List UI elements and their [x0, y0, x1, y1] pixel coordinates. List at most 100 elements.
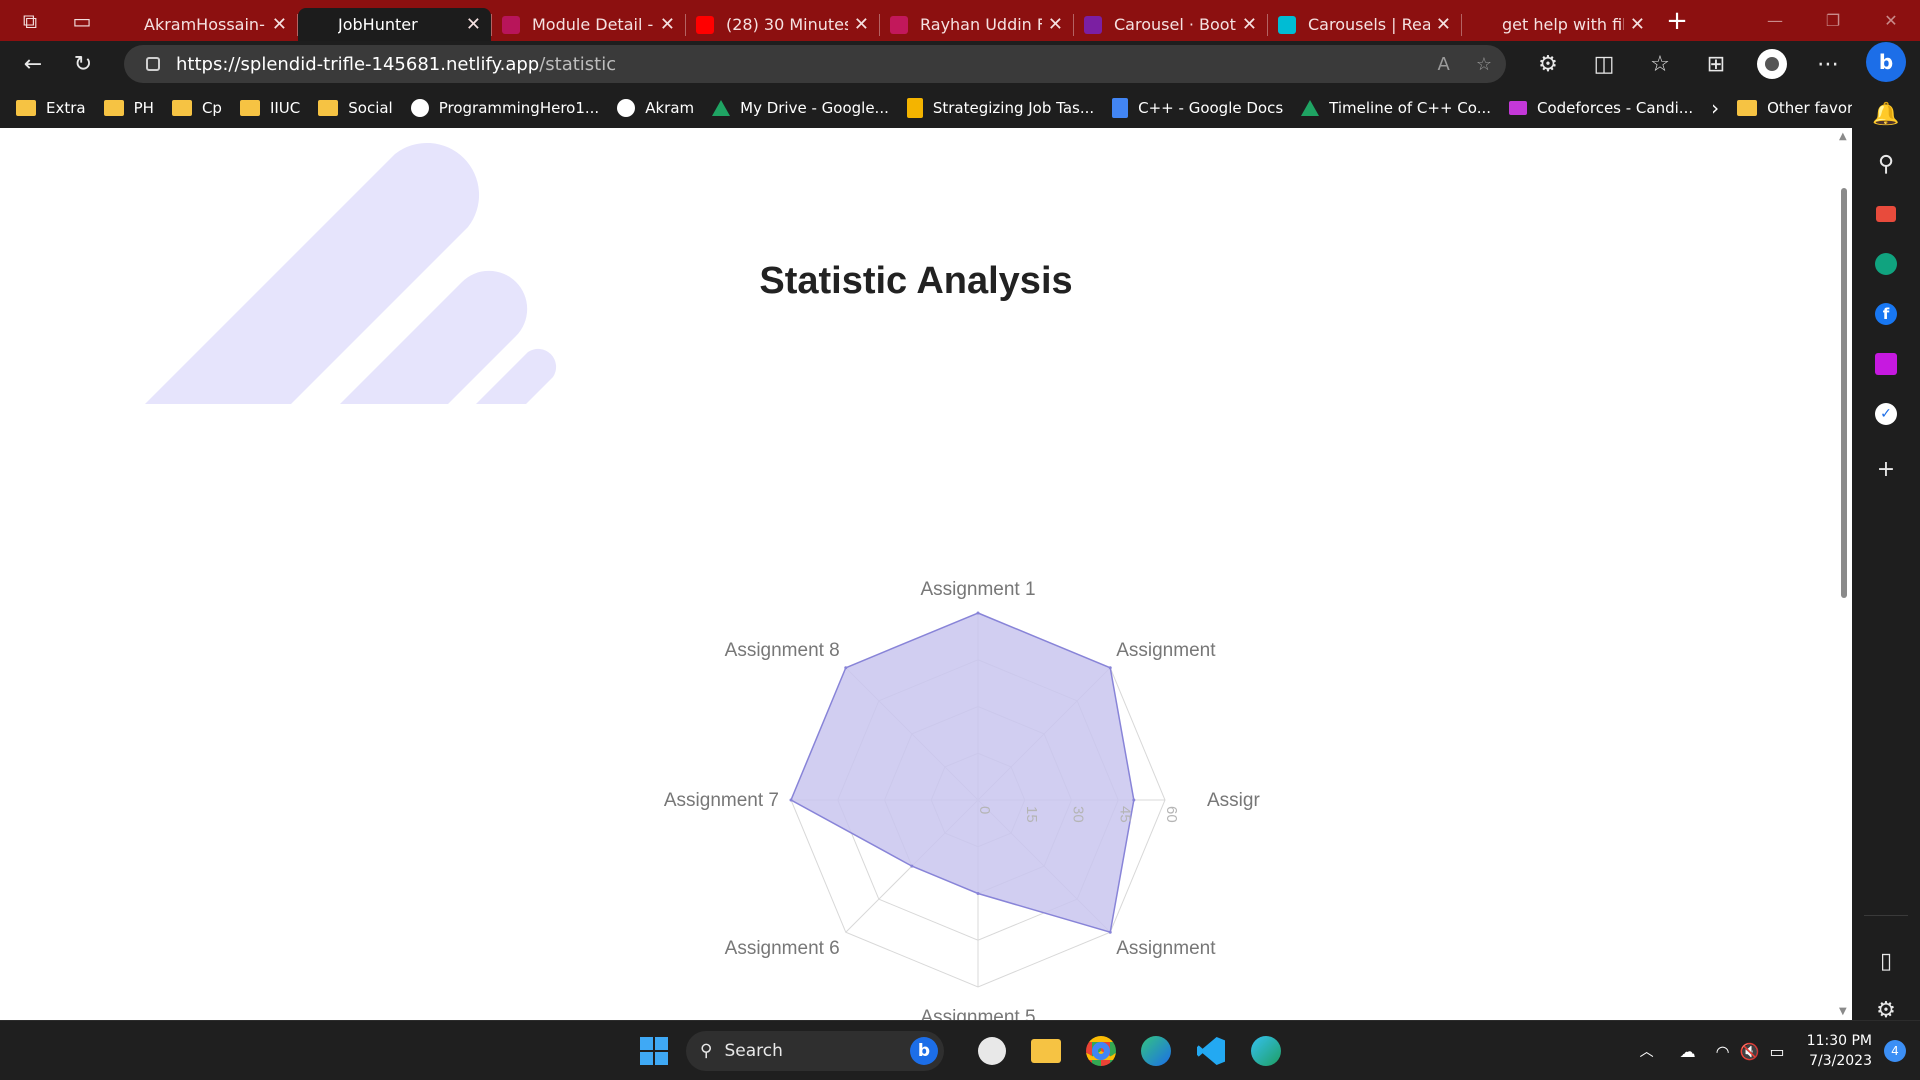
bookmark-item[interactable]: Codeforces - Candi... [1509, 99, 1693, 117]
bookmark-label: C++ - Google Docs [1138, 98, 1284, 117]
folder-icon [318, 99, 339, 116]
close-tab-icon[interactable]: ✕ [660, 14, 675, 35]
bookmark-item[interactable]: My Drive - Google... [712, 99, 889, 117]
notification-count-badge[interactable]: 4 [1884, 1040, 1906, 1062]
wifi-icon[interactable]: ◠ [1716, 1042, 1730, 1061]
jobhunter-icon [308, 15, 326, 34]
radar-data-point [789, 798, 793, 802]
extensions-icon[interactable]: ⚙ [1520, 44, 1576, 84]
folder-icon [16, 99, 36, 116]
scrollbar-thumb[interactable] [1841, 188, 1847, 598]
back-button[interactable]: ← [10, 44, 56, 84]
show-hidden-icons-chevron[interactable]: ︿ [1640, 1041, 1654, 1061]
search-icon [1472, 15, 1490, 34]
taskbar-search-box[interactable]: ⚲ Search b [686, 1031, 944, 1071]
scroll-down-arrow[interactable]: ▼ [1839, 1006, 1847, 1017]
close-tab-icon[interactable]: ✕ [1436, 14, 1451, 35]
close-tab-icon[interactable]: ✕ [1242, 14, 1257, 35]
bookmark-item[interactable]: PH [103, 99, 154, 117]
facebook-icon[interactable]: f [1852, 294, 1920, 334]
favorites-icon[interactable]: ☆ [1632, 44, 1688, 84]
search-icon[interactable]: ⚲ [1852, 144, 1920, 184]
close-window-button[interactable]: ✕ [1862, 0, 1920, 41]
address-bar[interactable]: https://splendid-trifle-145681.netlify.a… [124, 45, 1506, 83]
notification-bell-icon[interactable]: 🔔 [1852, 94, 1920, 134]
battery-icon[interactable]: ▭ [1770, 1042, 1785, 1061]
bookmark-item[interactable]: C++ - Google Docs [1112, 97, 1284, 118]
bookmark-item[interactable]: ProgrammingHero1... [410, 98, 599, 117]
google-drive-icon [1301, 99, 1320, 116]
minimize-button[interactable]: — [1746, 0, 1804, 41]
taskbar-clock[interactable]: 11:30 PM 7/3/2023 [1807, 1031, 1872, 1071]
bookmark-label: Codeforces - Candi... [1537, 98, 1694, 117]
browser-tab[interactable]: (28) 30 Minutes ✕ [686, 8, 879, 41]
browser-tab[interactable]: AkramHossain-P ✕ [104, 8, 297, 41]
radar-data-point [1108, 930, 1112, 934]
close-tab-icon[interactable]: ✕ [272, 14, 287, 35]
browser-tab[interactable]: JobHunter ✕ [298, 8, 491, 41]
page-icon [890, 15, 908, 34]
chatgpt-icon[interactable] [1852, 244, 1920, 284]
chrome-icon[interactable] [1081, 1031, 1121, 1071]
radar-data-point [910, 864, 914, 868]
programminghero-icon [502, 15, 520, 34]
hide-sidebar-icon[interactable]: ▯ [1852, 941, 1920, 981]
folder-icon [171, 99, 192, 116]
bing-copilot-icon[interactable]: b [1866, 42, 1906, 82]
tab-title: Carousel · Boots [1114, 15, 1236, 34]
radar-radial-tick-label: 60 [1163, 806, 1180, 823]
close-tab-icon[interactable]: ✕ [466, 14, 481, 35]
windows-start-icon[interactable] [634, 1031, 674, 1071]
lock-icon[interactable] [146, 57, 160, 71]
google-slides-icon [906, 97, 923, 118]
scroll-up-arrow[interactable]: ▲ [1839, 131, 1847, 142]
more-options-icon[interactable]: ⋯ [1800, 44, 1856, 84]
edge-icon[interactable] [1246, 1031, 1286, 1071]
page-scrollbar[interactable]: ▲ ▼ [1836, 128, 1852, 1020]
edge-dev-icon[interactable] [1136, 1031, 1176, 1071]
folder-icon [1737, 99, 1758, 116]
browser-tab[interactable]: Module Detail - P ✕ [492, 8, 685, 41]
browser-tab[interactable]: get help with file ✕ [1462, 8, 1655, 41]
github-desktop-icon[interactable] [972, 1031, 1012, 1071]
react-icon [1278, 15, 1296, 34]
browser-tab[interactable]: Carousels | React ✕ [1268, 8, 1461, 41]
todo-icon[interactable]: ✓ [1852, 394, 1920, 434]
tab-title: (28) 30 Minutes [726, 15, 848, 34]
radar-data-point [976, 892, 980, 895]
onedrive-icon[interactable]: ☁ [1680, 1042, 1696, 1061]
bookmark-item[interactable]: Akram [617, 98, 694, 117]
bookmark-item[interactable]: Strategizing Job Tas... [906, 97, 1094, 118]
close-tab-icon[interactable]: ✕ [1048, 14, 1063, 35]
radar-category-label: Assigr [1207, 790, 1260, 811]
bookmark-item[interactable]: IIUC [239, 99, 300, 117]
close-tab-icon[interactable]: ✕ [854, 14, 869, 35]
tab-actions-icon[interactable]: ▭ [60, 0, 104, 41]
collections-icon[interactable]: ⊞ [1688, 44, 1744, 84]
close-tab-icon[interactable]: ✕ [1630, 14, 1645, 35]
split-screen-icon[interactable]: ◫ [1576, 44, 1632, 84]
bookmark-item[interactable]: Cp [171, 99, 222, 117]
new-tab-button[interactable]: + [1655, 0, 1699, 41]
edge-sidebar: b 🔔 ⚲ f ✓ + ▯ ⚙ [1852, 41, 1920, 1023]
bookmark-item[interactable]: Timeline of C++ Co... [1301, 99, 1491, 117]
refresh-button[interactable]: ↻ [60, 44, 106, 84]
read-aloud-icon[interactable]: A [1438, 54, 1450, 75]
volume-muted-icon[interactable]: 🔇 [1740, 1042, 1760, 1061]
browser-tab[interactable]: Carousel · Boots ✕ [1074, 8, 1267, 41]
add-sidebar-app-icon[interactable]: + [1852, 449, 1920, 489]
vscode-icon[interactable] [1191, 1031, 1231, 1071]
more-favorites-chevron-icon[interactable]: › [1711, 96, 1719, 120]
file-explorer-icon[interactable] [1026, 1031, 1066, 1071]
restore-button[interactable]: ❐ [1804, 0, 1862, 41]
workspaces-icon[interactable]: ⧉ [0, 0, 60, 41]
browser-tab[interactable]: Rayhan Uddin Fa ✕ [880, 8, 1073, 41]
bookmark-item[interactable]: Social [318, 99, 393, 117]
browser-tab-strip: ⧉ ▭ AkramHossain-P ✕ JobHunter ✕ Module Deta… [0, 0, 1920, 41]
radar-category-label: Assignment 7 [664, 790, 779, 811]
profile-avatar[interactable] [1744, 44, 1800, 84]
favorite-star-icon[interactable]: ☆ [1476, 54, 1492, 75]
tools-icon[interactable] [1852, 194, 1920, 234]
programminghero-icon[interactable] [1852, 344, 1920, 384]
bookmark-item[interactable]: Extra [16, 99, 86, 117]
